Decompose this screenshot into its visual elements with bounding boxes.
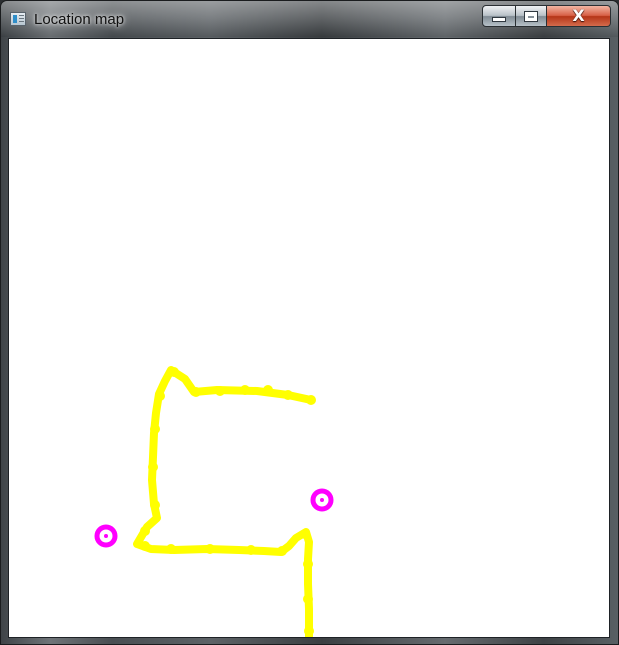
app-icon[interactable] [10, 12, 26, 26]
trajectory-point [150, 500, 160, 510]
trajectory-point [205, 544, 215, 554]
trajectory-point [191, 387, 201, 397]
trajectory-point [246, 545, 256, 555]
location-marker-center [320, 498, 324, 502]
application-window: Location map X [0, 0, 619, 645]
trajectory-point [169, 367, 179, 377]
trajectory-point [155, 391, 165, 401]
location-map-canvas[interactable] [8, 38, 610, 638]
marker-right [310, 488, 334, 512]
trajectory-point [150, 424, 160, 434]
window-title: Location map [34, 11, 125, 28]
trajectory-point [240, 385, 250, 395]
trajectory-point [148, 462, 158, 472]
maximize-icon [524, 10, 538, 22]
trajectory-point [304, 626, 314, 636]
trajectory-point [140, 541, 150, 551]
trajectory-point [300, 529, 310, 539]
close-icon: X [572, 6, 585, 25]
title-bar[interactable]: Location map X [1, 1, 618, 37]
trajectory-point [303, 559, 313, 569]
minimize-icon [492, 17, 506, 22]
location-marker-center [104, 534, 108, 538]
window-controls: X [482, 5, 611, 27]
trajectory-point [303, 594, 313, 604]
trajectory-point [166, 544, 176, 554]
maximize-button[interactable] [516, 5, 547, 27]
marker-left [94, 524, 118, 548]
trajectory-point [140, 526, 150, 536]
trajectory-point [263, 385, 273, 395]
close-button[interactable]: X [547, 5, 611, 27]
trajectory-point [215, 386, 225, 396]
trajectory-point [306, 395, 316, 405]
map-drawing [9, 39, 609, 637]
minimize-button[interactable] [482, 5, 516, 27]
trajectory-point [277, 546, 287, 556]
trajectory-point [283, 390, 293, 400]
